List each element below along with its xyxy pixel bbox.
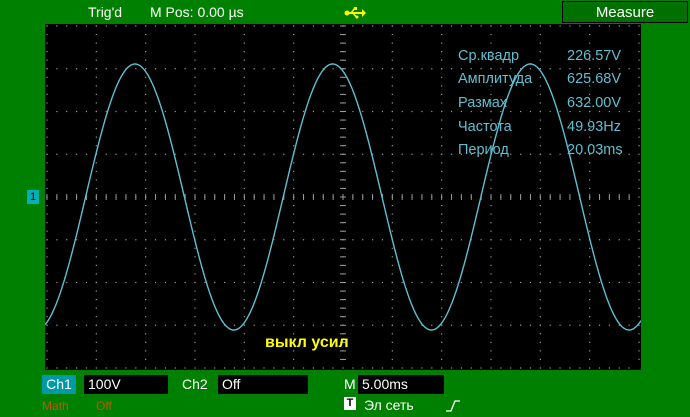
trigger-source[interactable]: Эл сеть: [364, 397, 414, 413]
graticule: [46, 25, 640, 369]
ch2-label[interactable]: Ch2: [182, 376, 208, 392]
math-label[interactable]: Math: [42, 399, 69, 413]
measurement-frequency-value: 49.93Hz: [567, 119, 622, 135]
channel-1-marker[interactable]: 1: [27, 190, 39, 204]
timebase-label: M: [344, 376, 356, 392]
ch1-volts-div[interactable]: 100V: [84, 375, 168, 394]
horizontal-position: M Pos: 0.00 µs: [150, 4, 244, 20]
math-value[interactable]: Off: [96, 399, 112, 413]
measurement-peak-to-peak-label: Размах: [458, 95, 508, 111]
overlay-message: выкл усил: [265, 334, 349, 351]
scope-display: Ср.квадр 226.57V Амплитуда 625.68V Разма…: [45, 24, 641, 370]
measure-button[interactable]: Measure: [562, 1, 688, 23]
measurement-peak-to-peak-value: 632.00V: [567, 95, 622, 111]
ch2-volts-div[interactable]: Off: [218, 375, 308, 394]
measurement-period-value: 20.03ms: [567, 142, 623, 158]
measurement-rms-value: 226.57V: [567, 48, 622, 64]
rising-edge-icon: [446, 399, 460, 417]
trigger-status: Trig'd: [88, 4, 123, 20]
ch1-label[interactable]: Ch1: [42, 375, 76, 394]
measurement-amplitude-label: Амплитуда: [458, 71, 533, 87]
measurement-frequency-label: Частота: [458, 119, 512, 135]
trigger-badge: T: [344, 397, 356, 410]
measurement-amplitude-value: 625.68V: [567, 71, 622, 87]
timebase-value[interactable]: 5.00ms: [358, 375, 444, 394]
measurement-rms-label: Ср.квадр: [458, 48, 520, 64]
measurement-period-label: Период: [458, 142, 509, 158]
usb-icon: [344, 6, 366, 24]
waveform-plot: [45, 25, 641, 369]
